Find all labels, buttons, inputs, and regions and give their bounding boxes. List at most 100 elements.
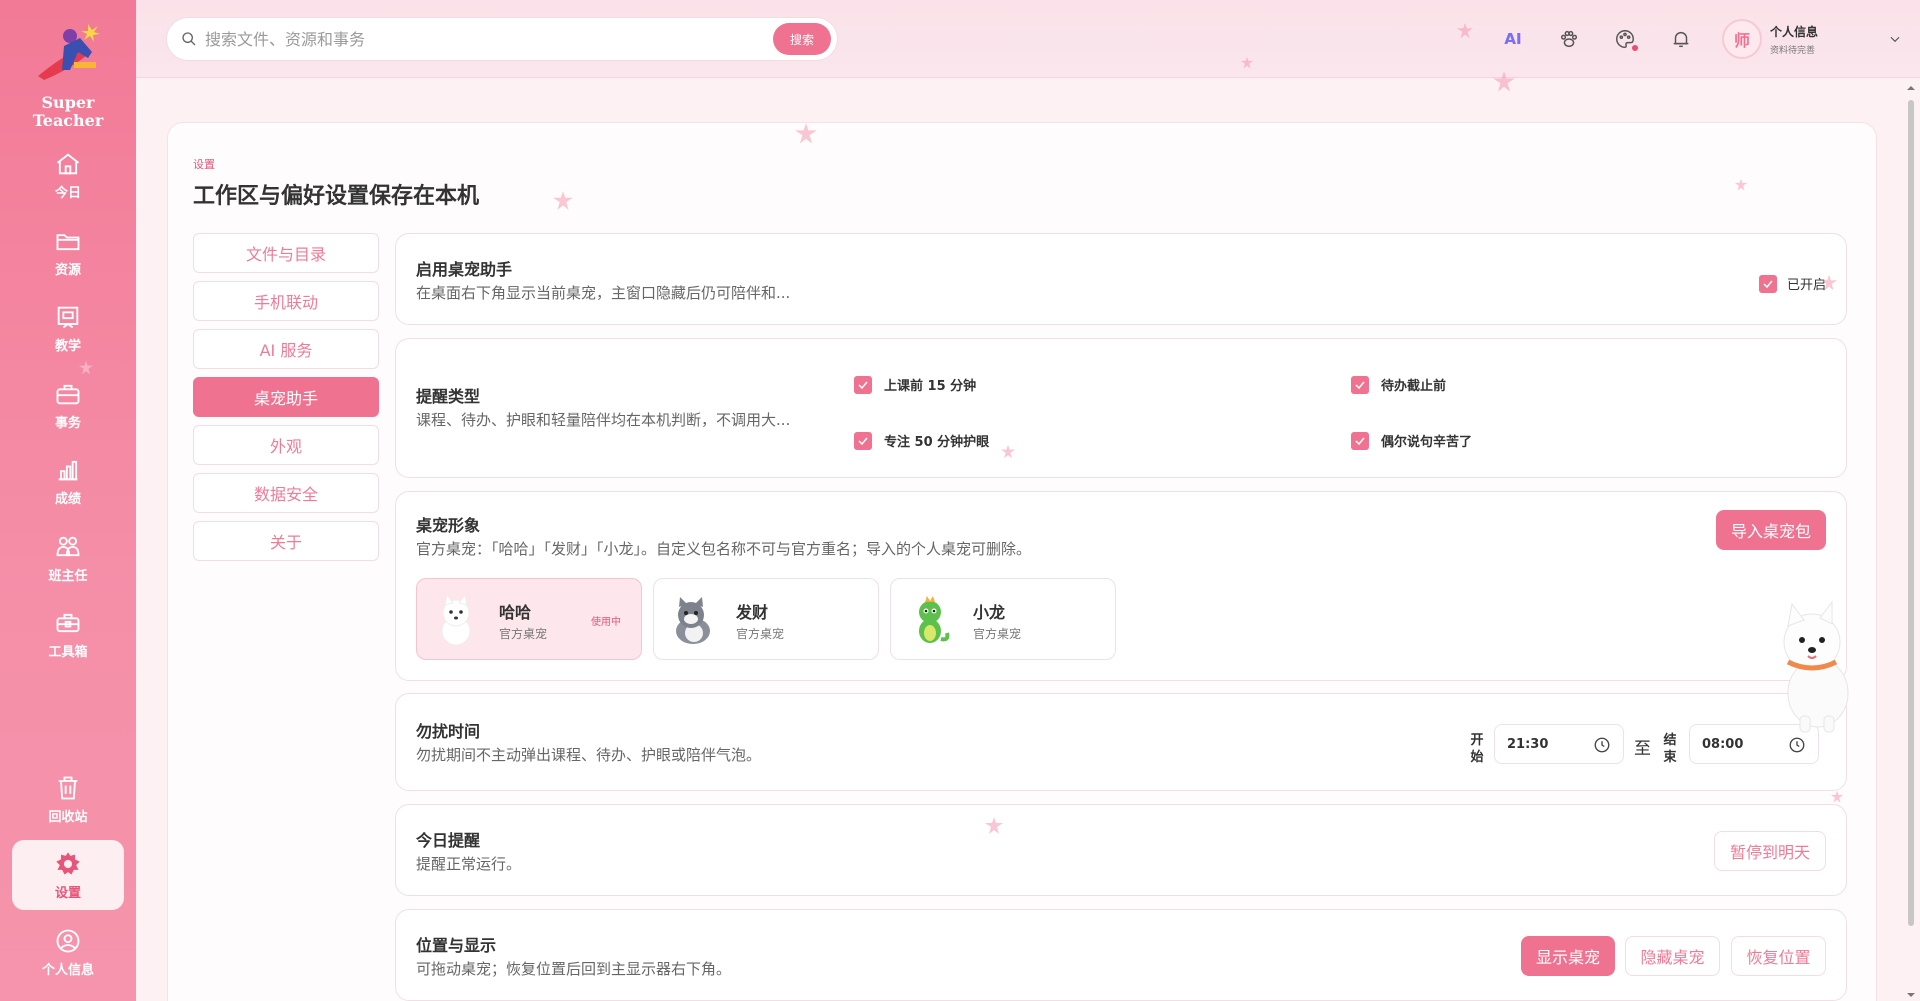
- app-logo: Super Teacher: [0, 18, 136, 130]
- scrollbar-thumb[interactable]: [1908, 100, 1914, 926]
- section-desc: 官方桌宠：「哈哈」「发财」「小龙」。自定义包名称不可与官方重名；导入的个人桌宠可…: [416, 540, 1032, 558]
- sidebar-item-label: 设置: [54, 885, 81, 901]
- sidebar-item-label: 工具箱: [48, 644, 88, 660]
- sidebar-item-grades[interactable]: 成绩: [12, 446, 124, 516]
- section-position-display: 位置与显示 可拖动桌宠；恢复位置后回到主显示器右下角。 显示桌宠 隐藏桌宠 恢复…: [395, 909, 1847, 1001]
- checkbox-label: 专注 50 分钟护眼: [884, 435, 990, 450]
- search-button[interactable]: 搜索: [773, 23, 831, 55]
- petal-icon: [553, 191, 573, 210]
- subnav-item-ai[interactable]: AI 服务: [193, 329, 379, 369]
- sidebar-item-trash[interactable]: 回收站: [12, 764, 124, 834]
- in-use-badge: 使用中: [591, 617, 621, 628]
- sidebar-item-label: 班主任: [48, 568, 88, 584]
- subnav-item-phone[interactable]: 手机联动: [193, 281, 379, 321]
- start-time-input[interactable]: 21:30: [1494, 724, 1624, 764]
- subnav-item-security[interactable]: 数据安全: [193, 473, 379, 513]
- petal-icon: [1493, 71, 1515, 92]
- hide-pet-button[interactable]: 隐藏桌宠: [1625, 936, 1720, 976]
- check-icon: [858, 437, 868, 445]
- sidebar-item-label: 资源: [54, 262, 81, 278]
- pet-subtitle: 官方桌宠: [973, 627, 1022, 641]
- home-icon: [56, 152, 80, 174]
- settings-subnav: 文件与目录 手机联动 AI 服务 桌宠助手 外观 数据安全 关于: [193, 233, 379, 569]
- teaching-icon: [57, 306, 79, 328]
- sidebar-item-profile[interactable]: 个人信息: [12, 917, 124, 987]
- section-desc: 在桌面右下角显示当前桌宠，主窗口隐藏后仍可陪伴和...: [416, 284, 791, 302]
- scroll-up-icon: [1907, 86, 1915, 90]
- check-icon: [1763, 280, 1773, 288]
- pet-subtitle: 官方桌宠: [499, 627, 548, 641]
- notification-dot: [1632, 45, 1638, 51]
- pet-card-xiaolong[interactable]: 小龙 官方桌宠: [890, 578, 1116, 660]
- sidebar-item-label: 事务: [54, 415, 81, 431]
- subnav-item-files[interactable]: 文件与目录: [193, 233, 379, 273]
- section-enable-pet: 启用桌宠助手 在桌面右下角显示当前桌宠，主窗口隐藏后仍可陪伴和... 已开启: [395, 233, 1847, 325]
- folder-icon: [56, 233, 80, 250]
- reminder-todo-deadline-checkbox[interactable]: 待办截止前: [1351, 375, 1446, 394]
- section-pet-appearance: 桌宠形象 官方桌宠：「哈哈」「发财」「小龙」。自定义包名称不可与官方重名；导入的…: [395, 491, 1847, 681]
- pause-until-tomorrow-button[interactable]: 暂停到明天: [1714, 831, 1826, 871]
- sidebar-item-teaching[interactable]: 教学: [12, 293, 124, 363]
- end-label: 结束: [1663, 733, 1677, 765]
- section-desc: 勿扰期间不主动弹出课程、待办、护眼或陪伴气泡。: [416, 746, 762, 764]
- reminder-encourage-checkbox[interactable]: 偶尔说句辛苦了: [1351, 431, 1472, 450]
- import-pet-button[interactable]: 导入桌宠包: [1716, 510, 1826, 550]
- section-title: 桌宠形象: [416, 516, 481, 535]
- subnav-item-appearance[interactable]: 外观: [193, 425, 379, 465]
- page-scrollbar[interactable]: [1905, 82, 1917, 1001]
- pet-facai-icon: [676, 597, 710, 644]
- sidebar-item-settings[interactable]: 设置: [12, 840, 124, 910]
- profile-name: 个人信息: [1770, 24, 1819, 39]
- toolbox-icon: [56, 613, 80, 632]
- top-bar: 搜索 AI 师 个人信息 资料待完善: [136, 0, 1920, 78]
- pet-card-haha[interactable]: 哈哈 官方桌宠 使用中: [416, 578, 642, 660]
- section-do-not-disturb: 勿扰时间 勿扰期间不主动弹出课程、待办、护眼或陪伴气泡。 开始 21:30 至 …: [395, 693, 1847, 791]
- checkbox-checked: [854, 375, 872, 394]
- petal-icon: [1734, 178, 1748, 191]
- theme-button[interactable]: [1610, 24, 1640, 54]
- section-title: 启用桌宠助手: [416, 260, 513, 279]
- sidebar-item-affairs[interactable]: 事务: [12, 370, 124, 440]
- subnav-item-about[interactable]: 关于: [193, 521, 379, 561]
- pet-card-facai[interactable]: 发财 官方桌宠: [653, 578, 879, 660]
- checkbox-label: 待办截止前: [1381, 379, 1447, 394]
- subnav-item-pet[interactable]: 桌宠助手: [193, 377, 379, 417]
- user-icon: [56, 929, 80, 952]
- petal-icon: [1830, 790, 1844, 803]
- search-box: 搜索: [166, 17, 838, 61]
- search-input[interactable]: [205, 29, 837, 49]
- end-time-value: 08:00: [1702, 736, 1744, 752]
- section-desc: 可拖动桌宠；恢复位置后回到主显示器右下角。: [416, 960, 732, 978]
- bell-icon: [1673, 31, 1689, 48]
- notifications-button[interactable]: [1666, 24, 1696, 54]
- section-title: 勿扰时间: [416, 722, 481, 741]
- sidebar-item-resources[interactable]: 资源: [12, 217, 124, 287]
- petal-icon: [78, 360, 94, 375]
- section-desc: 课程、待办、护眼和轻量陪伴均在本机判断，不调用大...: [416, 411, 791, 429]
- sidebar-item-head-teacher[interactable]: 班主任: [12, 523, 124, 593]
- section-title: 提醒类型: [416, 387, 481, 406]
- checkbox-label: 上课前 15 分钟: [884, 379, 977, 394]
- reminder-before-class-checkbox[interactable]: 上课前 15 分钟: [854, 375, 976, 394]
- pet-xiaolong-icon: [919, 596, 950, 643]
- sidebar-item-label: 个人信息: [41, 962, 94, 978]
- reset-position-button[interactable]: 恢复位置: [1731, 936, 1826, 976]
- reminder-eye-care-checkbox[interactable]: 专注 50 分钟护眼: [854, 431, 989, 450]
- enable-pet-checkbox[interactable]: 已开启: [1758, 274, 1826, 293]
- pet-name: 发财: [736, 603, 769, 622]
- settings-panel: 设置 工作区与偏好设置保存在本机 文件与目录 手机联动 AI 服务 桌宠助手 外…: [167, 122, 1877, 1001]
- check-icon: [858, 381, 868, 389]
- sidebar-item-today[interactable]: 今日: [12, 140, 124, 210]
- desktop-pet-dog[interactable]: [1766, 598, 1864, 736]
- group-icon: [56, 536, 80, 556]
- checkbox-checked: [1758, 274, 1777, 293]
- checkbox-label: 偶尔说句辛苦了: [1381, 435, 1473, 450]
- ai-button[interactable]: AI: [1498, 24, 1528, 54]
- pet-paw-button[interactable]: [1554, 24, 1584, 54]
- ai-icon: AI: [1504, 30, 1522, 48]
- sidebar-item-toolbox[interactable]: 工具箱: [12, 599, 124, 669]
- petal-icon: [1456, 22, 1474, 39]
- profile-menu[interactable]: 师 个人信息 资料待完善: [1722, 16, 1902, 62]
- sidebar-item-label: 教学: [54, 338, 81, 354]
- show-pet-button[interactable]: 显示桌宠: [1521, 936, 1615, 976]
